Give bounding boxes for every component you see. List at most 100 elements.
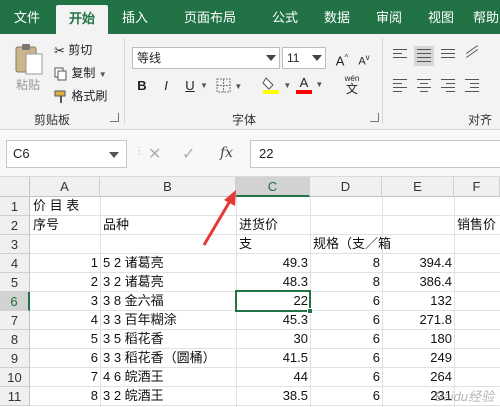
row-header-3[interactable]: 3 [0,235,30,254]
borders-button[interactable]: ▼ [216,78,242,93]
cell-B11[interactable]: 3 2 皖酒王 [103,387,164,405]
row-header-1[interactable]: 1 [0,197,30,216]
tab-data[interactable]: 数据 [314,0,360,34]
cell-A7[interactable]: 4 [30,311,98,329]
row-header-10[interactable]: 10 [0,368,30,387]
cancel-icon[interactable]: ✕ [148,144,161,164]
fill-handle[interactable] [307,308,313,314]
cut-button[interactable]: ✂ 剪切 [54,41,92,59]
align-left-icon[interactable] [390,76,410,96]
font-dialog-launcher-icon[interactable] [370,113,379,122]
underline-button[interactable]: U [180,76,200,96]
decrease-indent-icon[interactable] [462,76,482,96]
cell-C4[interactable]: 49.3 [236,254,308,272]
cell-B6[interactable]: 3 8 金六福 [103,292,164,310]
tab-file[interactable]: 文件 [4,0,50,34]
format-painter-button[interactable]: 格式刷 [54,87,107,104]
tab-review[interactable]: 审阅 [366,0,412,34]
cell-D8[interactable]: 6 [310,330,380,348]
cell-B7[interactable]: 3 3 百年糊涂 [103,311,177,329]
column-header-E[interactable]: E [382,177,454,197]
insert-function-icon[interactable]: fx [220,145,233,161]
cell-E8[interactable]: 180 [382,330,452,348]
cell-D4[interactable]: 8 [310,254,380,272]
paste-button[interactable]: 粘贴 [8,40,48,104]
cell-D6[interactable]: 6 [310,292,380,310]
orientation-icon[interactable] [462,45,482,66]
cell-E4[interactable]: 394.4 [382,254,452,272]
column-header-A[interactable]: A [30,177,100,197]
select-all-corner[interactable] [0,177,30,197]
font-size-dropdown[interactable]: 11 [282,47,326,69]
font-name-dropdown[interactable]: 等线 [132,47,280,69]
cell-C8[interactable]: 30 [236,330,308,348]
cell-C11[interactable]: 38.5 [236,387,308,405]
align-right-icon[interactable] [438,76,458,96]
cell-A4[interactable]: 1 [30,254,98,272]
cell-D7[interactable]: 6 [310,311,380,329]
name-box[interactable]: C6 [6,140,127,168]
cell-A6[interactable]: 3 [30,292,98,310]
fill-color-button[interactable]: ▼ [262,75,291,95]
increase-font-size-button[interactable]: A^ [332,48,352,68]
cell-D10[interactable]: 6 [310,368,380,386]
formula-input[interactable]: 22 [250,140,500,168]
row-header-11[interactable]: 11 [0,387,30,406]
row-header-5[interactable]: 5 [0,273,30,292]
cell-E9[interactable]: 249 [382,349,452,367]
row-header-8[interactable]: 8 [0,330,30,349]
row-header-6[interactable]: 6 [0,292,30,311]
cell-C9[interactable]: 41.5 [236,349,308,367]
cell-D9[interactable]: 6 [310,349,380,367]
row-header-7[interactable]: 7 [0,311,30,330]
cell-A1[interactable]: 价 目 表 [33,197,79,215]
cell-A10[interactable]: 7 [30,368,98,386]
align-top-icon[interactable] [390,46,410,66]
cell-C7[interactable]: 45.3 [236,311,308,329]
italic-button[interactable]: I [156,76,176,96]
cell-F2[interactable]: 销售价 [457,216,496,234]
cell-B8[interactable]: 3 5 稻花香 [103,330,164,348]
align-middle-icon[interactable] [414,46,434,66]
cell-B4[interactable]: 5 2 诸葛亮 [103,254,164,272]
tab-formulas[interactable]: 公式 [262,0,308,34]
decrease-font-size-button[interactable]: Av [354,48,374,68]
row-header-4[interactable]: 4 [0,254,30,273]
cell-A11[interactable]: 8 [30,387,98,405]
enter-check-icon[interactable]: ✓ [182,144,195,164]
cell-E10[interactable]: 264 [382,368,452,386]
column-header-F[interactable]: F [454,177,500,197]
clipboard-dialog-launcher-icon[interactable] [110,113,119,122]
cell-B10[interactable]: 4 6 皖酒王 [103,368,164,386]
cell-E6[interactable]: 132 [382,292,452,310]
copy-button[interactable]: 复制 ▼ [54,64,107,81]
cell-C10[interactable]: 44 [236,368,308,386]
font-color-button[interactable]: A ▼ [296,75,323,94]
cell-B9[interactable]: 3 3 稻花香（圆桶） [103,349,216,367]
underline-dropdown-icon[interactable]: ▼ [200,81,208,90]
cell-D5[interactable]: 8 [310,273,380,291]
tab-page-layout[interactable]: 页面布局 [164,0,256,34]
cell-A5[interactable]: 2 [30,273,98,291]
cell-D11[interactable]: 6 [310,387,380,405]
tab-insert[interactable]: 插入 [112,0,158,34]
row-header-2[interactable]: 2 [0,216,30,235]
cell-E7[interactable]: 271.8 [382,311,452,329]
tab-home[interactable]: 开始 [56,5,108,34]
cell-B2[interactable]: 品种 [103,216,129,234]
cell-B5[interactable]: 3 2 诸葛亮 [103,273,164,291]
cell-D3[interactable]: 规格（支／箱 [313,235,391,253]
phonetic-guide-button[interactable]: wén 文 [338,74,366,96]
row-header-9[interactable]: 9 [0,349,30,368]
cell-A8[interactable]: 5 [30,330,98,348]
tab-help[interactable]: 帮助 [468,0,500,34]
tab-view[interactable]: 视图 [418,0,464,34]
cell-A2[interactable]: 序号 [33,216,59,234]
column-header-C[interactable]: C [236,177,310,197]
cell-E5[interactable]: 386.4 [382,273,452,291]
align-center-icon[interactable] [414,76,434,96]
cell-C5[interactable]: 48.3 [236,273,308,291]
align-bottom-icon[interactable] [438,46,458,66]
cell-A9[interactable]: 6 [30,349,98,367]
column-header-D[interactable]: D [310,177,382,197]
